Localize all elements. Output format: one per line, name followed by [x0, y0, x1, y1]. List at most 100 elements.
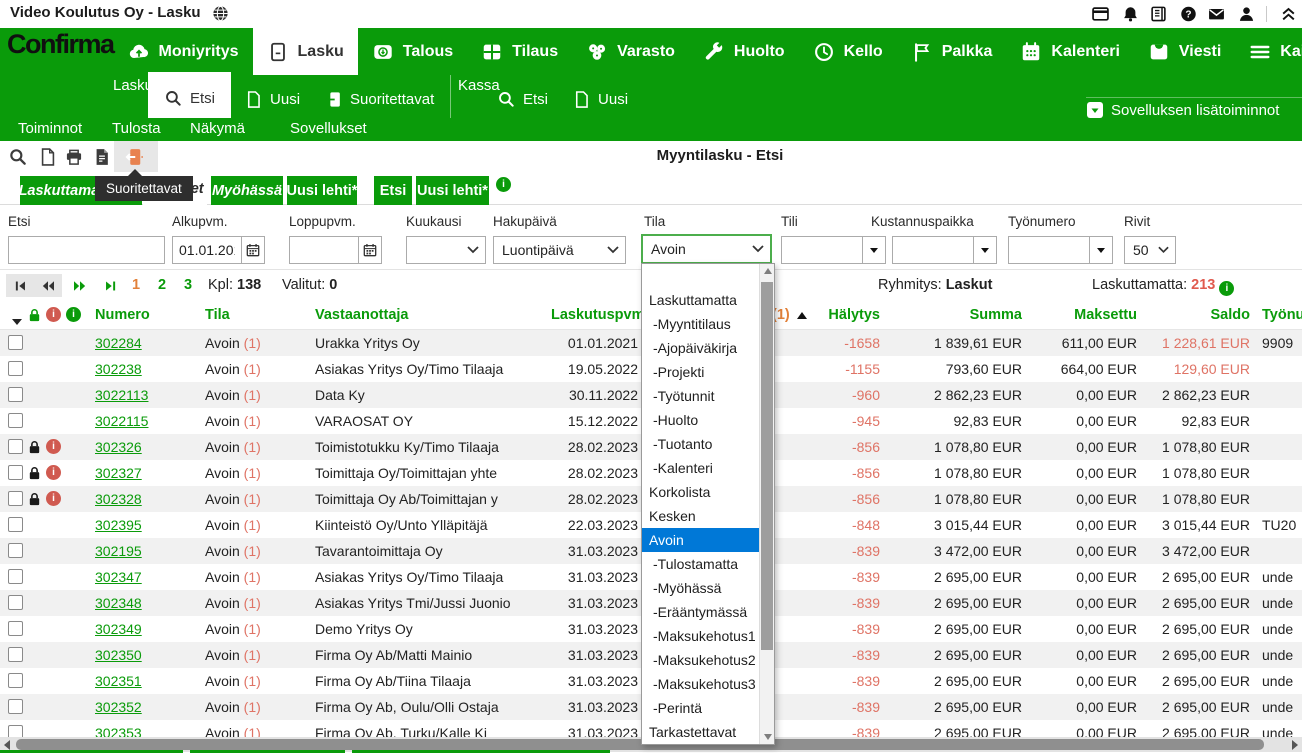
dropdown-option[interactable]: -Erääntymässä — [642, 600, 759, 624]
row-checkbox[interactable] — [8, 725, 23, 737]
row-checkbox[interactable] — [8, 673, 23, 688]
row-checkbox[interactable] — [8, 621, 23, 636]
subnav-item-suoritettavat[interactable]: Suoritettavat — [313, 84, 445, 109]
alert-column-icon[interactable]: i — [46, 307, 61, 322]
row-checkbox[interactable] — [8, 569, 23, 584]
bell-icon[interactable] — [1122, 6, 1139, 23]
last-page-button[interactable] — [96, 274, 124, 297]
window-icon[interactable] — [1092, 6, 1109, 23]
lock-column-icon[interactable] — [27, 307, 42, 323]
search-input[interactable] — [9, 237, 164, 263]
page-number-2[interactable]: 2 — [152, 270, 172, 300]
column-header-numero[interactable]: Numero — [95, 300, 150, 330]
nav-item-all-apps[interactable]: Kaikki sovellukset ja rekisterit — [1235, 28, 1302, 75]
info-icon[interactable]: i — [1219, 281, 1234, 296]
dropdown-scrollbar-thumb[interactable] — [761, 282, 773, 650]
invoice-number-link[interactable]: 302395 — [95, 517, 142, 533]
nav-item-kalenteri[interactable]: Kalenteri — [1006, 28, 1133, 75]
dropdown-option[interactable]: -Tulostamatta — [642, 552, 759, 576]
dropdown-option[interactable]: Korkolista — [642, 480, 759, 504]
horizontal-scrollbar-thumb[interactable] — [16, 739, 1264, 750]
row-checkbox[interactable] — [8, 387, 23, 402]
user-icon[interactable] — [1238, 6, 1255, 23]
row-checkbox[interactable] — [8, 699, 23, 714]
invoice-number-link[interactable]: 302195 — [95, 543, 142, 559]
tab-etsi[interactable]: Etsi — [374, 176, 412, 205]
next-page-button[interactable] — [66, 274, 94, 297]
account-input[interactable] — [782, 237, 862, 263]
tab-uusi-lehti-2[interactable]: Uusi lehti* — [416, 176, 489, 205]
row-checkbox[interactable] — [8, 647, 23, 662]
dropdown-option[interactable]: -Maksukehotus2 — [642, 648, 759, 672]
column-header-summa[interactable]: Summa — [895, 300, 1022, 330]
calendar-picker-button[interactable] — [358, 237, 381, 263]
column-header-laskutuspvm[interactable]: Laskutuspvm — [551, 300, 644, 330]
status-select[interactable]: Avoin — [641, 234, 772, 264]
column-header-saldo[interactable]: Saldo — [1140, 300, 1250, 330]
cost-center-input[interactable] — [893, 237, 973, 263]
print-icon[interactable] — [64, 147, 84, 167]
dropdown-option[interactable]: -Huolto — [642, 408, 759, 432]
column-header-maksettu[interactable]: Maksettu — [1025, 300, 1137, 330]
row-checkbox[interactable] — [8, 439, 23, 454]
column-header-tila[interactable]: Tila — [205, 300, 230, 330]
subnav-item-kassa-etsi[interactable]: Etsi — [486, 84, 559, 109]
menu-nakyma[interactable]: Näkymä — [190, 120, 245, 137]
invoice-number-link[interactable]: 302353 — [95, 725, 142, 737]
nav-item-viesti[interactable]: Viesti — [1134, 28, 1235, 75]
info-icon[interactable]: i — [496, 177, 511, 192]
row-checkbox[interactable] — [8, 361, 23, 376]
row-checkbox[interactable] — [8, 517, 23, 532]
journal-icon[interactable] — [1150, 6, 1167, 23]
rows-per-page-select[interactable]: 50 — [1124, 236, 1176, 264]
nav-item-huolto[interactable]: Huolto — [689, 28, 799, 75]
invoice-number-link[interactable]: 302238 — [95, 361, 142, 377]
calendar-picker-button[interactable] — [241, 237, 264, 263]
combo-dropdown-button[interactable] — [973, 237, 996, 263]
dropdown-option[interactable]: -Maksukehotus3 — [642, 672, 759, 696]
menu-sovellukset[interactable]: Sovellukset — [290, 120, 367, 137]
tab-uusi-lehti-1[interactable]: Uusi lehti* — [287, 176, 357, 205]
scroll-down-arrow[interactable] — [760, 730, 775, 744]
row-checkbox[interactable] — [8, 465, 23, 480]
invoice-number-link[interactable]: 302348 — [95, 595, 142, 611]
invoice-number-link[interactable]: 302352 — [95, 699, 142, 715]
invoice-number-link[interactable]: 302326 — [95, 439, 142, 455]
row-checkbox[interactable] — [8, 335, 23, 350]
invoice-number-link[interactable]: 302347 — [95, 569, 142, 585]
collapse-icon[interactable] — [1280, 6, 1297, 23]
row-checkbox[interactable] — [8, 595, 23, 610]
dropdown-option[interactable]: Avoin — [642, 528, 759, 552]
mail-icon[interactable] — [1208, 6, 1225, 23]
month-select[interactable] — [406, 236, 486, 264]
dropdown-option[interactable]: Tarkastettavat — [642, 720, 759, 744]
nav-item-kello[interactable]: Kello — [799, 28, 897, 75]
nav-item-tilaus[interactable]: Tilaus — [467, 28, 572, 75]
dropdown-option[interactable]: -Työtunnit — [642, 384, 759, 408]
search-icon[interactable] — [8, 147, 28, 167]
invoice-number-link[interactable]: 302284 — [95, 335, 142, 351]
nav-item-varasto[interactable]: Varasto — [572, 28, 689, 75]
start-date-input[interactable] — [173, 237, 241, 263]
subnav-item-etsi[interactable]: Etsi — [148, 72, 231, 118]
first-page-button[interactable] — [6, 274, 34, 297]
scroll-right-arrow[interactable] — [1288, 737, 1302, 752]
subnav-item-uusi[interactable]: Uusi — [233, 84, 311, 109]
end-date-input[interactable] — [290, 237, 358, 263]
new-document-icon[interactable] — [38, 147, 58, 167]
dropdown-option[interactable]: -Tuotanto — [642, 432, 759, 456]
invoice-number-link[interactable]: 302349 — [95, 621, 142, 637]
dropdown-option[interactable]: -Ajopäiväkirja — [642, 336, 759, 360]
dropdown-option[interactable]: -Myöhässä — [642, 576, 759, 600]
dropdown-option[interactable]: -Perintä — [642, 696, 759, 720]
dropdown-option[interactable]: Kesken — [642, 504, 759, 528]
combo-dropdown-button[interactable] — [862, 237, 885, 263]
dropdown-option[interactable]: -Projekti — [642, 360, 759, 384]
select-menu-caret-icon[interactable] — [12, 312, 22, 328]
subnav-item-kassa-uusi[interactable]: Uusi — [561, 84, 639, 109]
dropdown-option[interactable]: -Kalenteri — [642, 456, 759, 480]
previous-page-button[interactable] — [34, 274, 62, 297]
nav-item-moniyritys[interactable]: Moniyritys — [114, 28, 253, 75]
page-number-1[interactable]: 1 — [126, 270, 146, 300]
combo-dropdown-button[interactable] — [1089, 237, 1112, 263]
